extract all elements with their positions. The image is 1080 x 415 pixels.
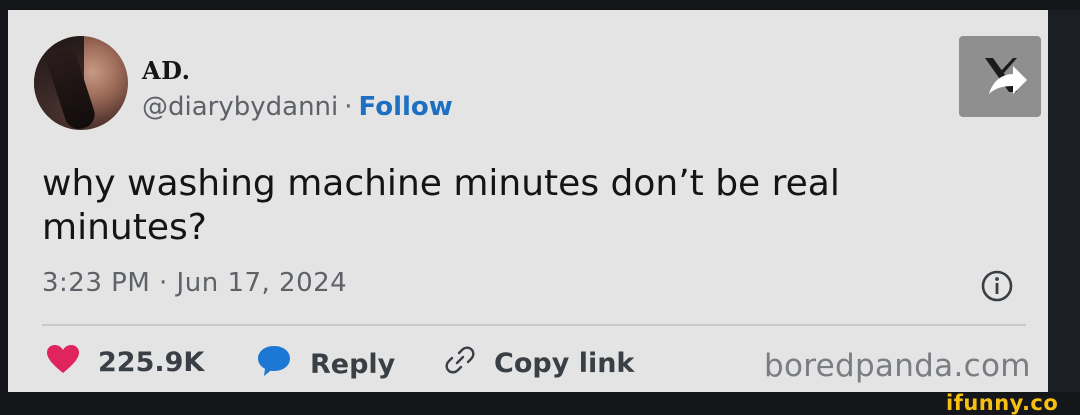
divider <box>42 324 1026 326</box>
link-icon <box>444 344 476 383</box>
right-edge-strip <box>1048 10 1080 392</box>
reply-button[interactable]: Reply <box>256 344 395 385</box>
follow-button[interactable]: Follow <box>359 92 453 122</box>
heart-icon <box>46 344 80 381</box>
x-logo-share-icon <box>985 58 1027 94</box>
likes-count: 225.9K <box>98 347 205 378</box>
ifunny-watermark: ifunny.co <box>946 391 1059 415</box>
user-handle[interactable]: @diarybydanni <box>142 92 338 122</box>
copy-link-label: Copy link <box>494 348 635 379</box>
tweet-text: why washing machine minutes don’t be rea… <box>42 163 840 248</box>
reply-label: Reply <box>310 349 396 380</box>
like-button[interactable]: 225.9K <box>46 344 204 381</box>
source-watermark: boredpanda.com <box>764 348 1031 384</box>
info-icon[interactable] <box>979 268 1015 304</box>
display-name[interactable]: AD. <box>142 56 190 85</box>
screenshot-frame: AD. @diarybydanni · Follow why washing mac… <box>0 0 1080 415</box>
tweet-card: AD. @diarybydanni · Follow why washing mac… <box>8 10 1048 392</box>
avatar[interactable] <box>34 36 128 130</box>
speech-bubble-icon <box>256 344 292 385</box>
handle-separator: · <box>344 92 353 122</box>
copy-link-button[interactable]: Copy link <box>444 344 634 383</box>
tweet-timestamp[interactable]: 3:23 PM · Jun 17, 2024 <box>42 268 347 298</box>
x-share-button[interactable] <box>959 36 1041 117</box>
handle-row: @diarybydanni · Follow <box>142 92 453 122</box>
